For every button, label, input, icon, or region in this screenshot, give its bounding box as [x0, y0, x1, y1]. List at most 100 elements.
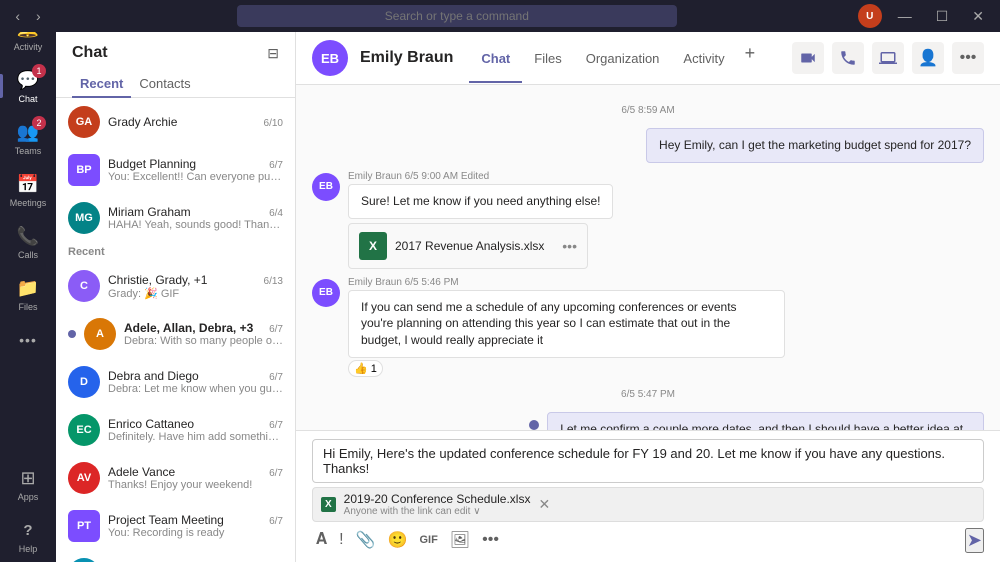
search-bar: [56, 5, 858, 27]
messages-area: 6/5 8:59 AM Hey Emily, can I get the mar…: [296, 85, 1000, 430]
minimize-button[interactable]: —: [890, 8, 920, 24]
back-button[interactable]: ‹: [11, 8, 24, 24]
message-timestamp: 6/5 5:47 PM: [312, 389, 984, 400]
message-meta: Emily Braun 6/5 5:46 PM: [348, 277, 785, 288]
screen-share-button[interactable]: [872, 42, 904, 74]
list-item[interactable]: BP Budget Planning 6/7 You: Excellent!! …: [56, 146, 295, 194]
sidebar-label-teams: Teams: [15, 146, 42, 156]
chat-header: EB Emily Braun Chat Files Organization A…: [296, 32, 1000, 85]
chat-badge: 1: [32, 64, 46, 78]
tab-activity[interactable]: Activity: [671, 43, 736, 74]
search-input[interactable]: [237, 5, 677, 27]
list-item[interactable]: EC Enrico Cattaneo 6/7 Definitely. Have …: [56, 406, 295, 454]
format-button[interactable]: 𝐀: [312, 527, 331, 553]
chat-icon: 💬 1: [16, 68, 40, 92]
sidebar-item-chat[interactable]: 💬 1 Chat: [0, 60, 56, 112]
tab-recent[interactable]: Recent: [72, 70, 131, 97]
video-call-button[interactable]: [792, 42, 824, 74]
message-content: Emily Braun 6/5 5:46 PM If you can send …: [348, 277, 785, 377]
sidebar-item-calls[interactable]: 📞 Calls: [0, 216, 56, 268]
avatar: D: [68, 366, 100, 398]
sidebar-item-help[interactable]: ? Help: [12, 510, 44, 562]
compose-area: Hi Emily, Here's the updated conference …: [296, 430, 1000, 562]
help-icon: ?: [16, 518, 40, 542]
sidebar-label-chat: Chat: [18, 94, 37, 104]
remove-attachment-button[interactable]: ✕: [538, 496, 550, 513]
maximize-button[interactable]: ☐: [928, 8, 957, 25]
message-row-own: Hey Emily, can I get the marketing budge…: [312, 128, 984, 163]
chat-item-name: Miriam Graham: [108, 205, 191, 219]
more-options-button[interactable]: •••: [952, 42, 984, 74]
files-icon: 📁: [16, 276, 40, 300]
chat-item-name: Project Team Meeting: [108, 513, 224, 527]
sidebar-label-apps: Apps: [18, 492, 39, 502]
file-attachment[interactable]: X 2017 Revenue Analysis.xlsx •••: [348, 223, 588, 269]
add-tab-button[interactable]: +: [737, 43, 764, 74]
audio-call-button[interactable]: [832, 42, 864, 74]
gif-button[interactable]: GIF: [415, 530, 441, 550]
apps-icon: ⊞: [16, 466, 40, 490]
list-item[interactable]: C Christie, Grady, +1 6/13 Grady: 🎉 GIF: [56, 262, 295, 310]
avatar: AV: [68, 462, 100, 494]
filter-icon[interactable]: ⊟: [267, 45, 279, 62]
list-item[interactable]: D Debra and Diego 6/7 Debra: Let me know…: [56, 358, 295, 406]
file-chip-name: 2019-20 Conference Schedule.xlsx: [344, 492, 531, 506]
close-button[interactable]: ✕: [964, 8, 992, 25]
urgent-button[interactable]: !: [335, 527, 347, 553]
tab-files[interactable]: Files: [522, 43, 573, 74]
list-item[interactable]: GA Grady Archie 6/10: [56, 98, 295, 146]
chat-item-preview: Thanks! Enjoy your weekend!: [108, 479, 283, 491]
chat-item-preview: Grady: 🎉 GIF: [108, 287, 283, 300]
list-item[interactable]: PT Project Team Meeting 6/7 You: Recordi…: [56, 502, 295, 550]
sender-avatar: EB: [312, 279, 340, 307]
more-icon: •••: [16, 328, 40, 352]
list-item[interactable]: CC Christie Cline 6/5 You: What day do y…: [56, 550, 295, 562]
chat-item-time: 6/4: [269, 208, 283, 219]
tab-chat[interactable]: Chat: [469, 43, 522, 74]
sidebar-label-help: Help: [19, 544, 38, 554]
nav-controls: ‹ ›: [0, 8, 56, 24]
list-item[interactable]: MG Miriam Graham 6/4 HAHA! Yeah, sounds …: [56, 194, 295, 242]
chat-item-time: 6/7: [269, 372, 283, 383]
chat-tabs: Recent Contacts: [56, 70, 295, 98]
tab-contacts[interactable]: Contacts: [131, 70, 198, 97]
emoji-button[interactable]: 🙂: [384, 526, 412, 554]
forward-button[interactable]: ›: [32, 8, 45, 24]
excel-chip-icon: X: [321, 497, 336, 512]
sidebar-item-teams[interactable]: 👥 2 Teams: [0, 112, 56, 164]
message-timestamp: 6/5 8:59 AM: [312, 105, 984, 116]
chat-item-time: 6/7: [269, 516, 283, 527]
sidebar-item-meetings[interactable]: 📅 Meetings: [0, 164, 56, 216]
sidebar-item-more[interactable]: •••: [0, 320, 56, 362]
attach-button[interactable]: 📎: [352, 526, 380, 554]
message-bubble: Hey Emily, can I get the marketing budge…: [646, 128, 984, 163]
user-avatar[interactable]: U: [858, 4, 882, 28]
send-button[interactable]: ➤: [965, 528, 984, 553]
sidebar-item-files[interactable]: 📁 Files: [0, 268, 56, 320]
contact-name: Emily Braun: [360, 49, 453, 67]
title-bar: ‹ › U — ☐ ✕: [0, 0, 1000, 32]
list-item[interactable]: AV Adele Vance 6/7 Thanks! Enjoy your we…: [56, 454, 295, 502]
chat-item-content: Grady Archie 6/10: [108, 115, 283, 129]
chat-item-content: Project Team Meeting 6/7 You: Recording …: [108, 513, 283, 539]
sidebar: 🔔 Activity 💬 1 Chat 👥 2 Teams 📅 Meetings…: [0, 0, 56, 562]
attached-file-chip: X 2019-20 Conference Schedule.xlsx Anyon…: [312, 487, 984, 522]
file-menu-button[interactable]: •••: [562, 238, 577, 254]
sidebar-item-apps[interactable]: ⊞ Apps: [12, 458, 44, 510]
avatar: C: [68, 270, 100, 302]
compose-text[interactable]: Hi Emily, Here's the updated conference …: [323, 446, 973, 476]
recent-section-label: Recent: [56, 242, 295, 262]
chat-item-content: Adele, Allan, Debra, +3 6/7 Debra: With …: [124, 321, 283, 347]
reaction-badge[interactable]: 👍 1: [348, 360, 383, 377]
list-item[interactable]: A Adele, Allan, Debra, +3 6/7 Debra: Wit…: [56, 310, 295, 358]
chat-item-time: 6/10: [264, 118, 283, 129]
tab-organization[interactable]: Organization: [574, 43, 672, 74]
more-toolbar-button[interactable]: •••: [478, 527, 503, 553]
chat-item-preview: Definitely. Have him add something to my…: [108, 431, 283, 443]
sticker-button[interactable]: 🖼: [446, 526, 474, 554]
chat-header-tabs: Chat Files Organization Activity +: [469, 43, 763, 74]
compose-input-wrapper[interactable]: Hi Emily, Here's the updated conference …: [312, 439, 984, 483]
chat-item-name: Adele, Allan, Debra, +3: [124, 321, 253, 335]
participants-button[interactable]: 👤: [912, 42, 944, 74]
chat-item-time: 6/7: [269, 324, 283, 335]
